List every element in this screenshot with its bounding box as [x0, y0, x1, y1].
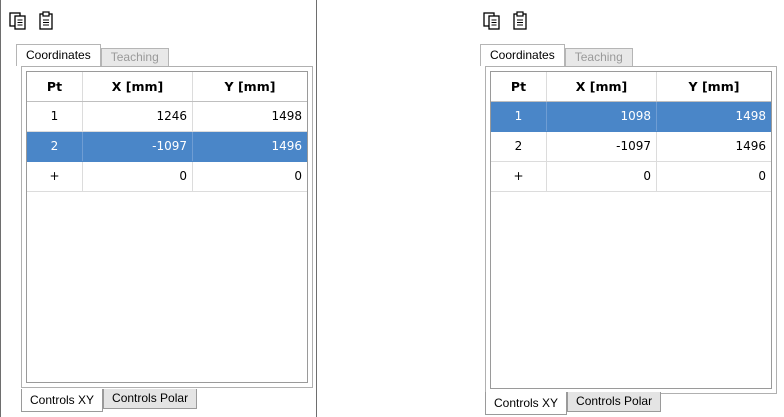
cell-y[interactable]: 1496	[657, 132, 771, 161]
coordinates-grid: Pt X [mm] Y [mm] 1 1246 1498 2 -1097 149…	[26, 71, 308, 383]
header-pt[interactable]: Pt	[491, 72, 547, 101]
tab-coordinates[interactable]: Coordinates	[16, 44, 101, 66]
cell-x[interactable]: -1097	[547, 132, 657, 161]
copy-icon[interactable]	[482, 10, 502, 32]
coordinates-grid: Pt X [mm] Y [mm] 1 1098 1498 2 -1097 149…	[490, 71, 772, 389]
cell-y[interactable]: 1498	[193, 102, 307, 131]
cell-pt[interactable]: +	[491, 162, 547, 191]
paste-clipboard-icon[interactable]	[36, 10, 56, 32]
cell-x[interactable]: 1098	[547, 102, 657, 131]
tab-teaching[interactable]: Teaching	[100, 48, 169, 66]
paste-clipboard-icon[interactable]	[510, 10, 530, 32]
grid-header-row: Pt X [mm] Y [mm]	[491, 72, 771, 102]
table-row-selected[interactable]: 1 1098 1498	[491, 102, 771, 132]
cell-x[interactable]: 0	[547, 162, 657, 191]
tab-content-frame: Pt X [mm] Y [mm] 1 1246 1498 2 -1097 149…	[21, 66, 313, 388]
tab-controls-polar[interactable]: Controls Polar	[567, 392, 662, 412]
header-x[interactable]: X [mm]	[547, 72, 657, 101]
cell-x[interactable]: -1097	[83, 132, 193, 161]
table-row[interactable]: 2 -1097 1496	[491, 132, 771, 162]
panel-border-right	[316, 0, 317, 417]
top-tab-bar: Coordinates Teaching	[480, 44, 633, 66]
header-pt[interactable]: Pt	[27, 72, 83, 101]
table-row-new[interactable]: + 0 0	[27, 162, 307, 192]
tab-controls-polar[interactable]: Controls Polar	[103, 389, 198, 409]
tab-controls-xy[interactable]: Controls XY	[21, 389, 104, 412]
cell-pt[interactable]: 1	[27, 102, 83, 131]
copy-icon[interactable]	[8, 10, 28, 32]
cell-x[interactable]: 0	[83, 162, 193, 191]
header-x[interactable]: X [mm]	[83, 72, 193, 101]
grid-header-row: Pt X [mm] Y [mm]	[27, 72, 307, 102]
panel-border-left	[0, 0, 1, 417]
toolbar	[8, 10, 56, 32]
tab-controls-xy[interactable]: Controls XY	[485, 392, 568, 415]
cell-x[interactable]: 1246	[83, 102, 193, 131]
cell-y[interactable]: 1496	[193, 132, 307, 161]
tab-teaching[interactable]: Teaching	[564, 48, 633, 66]
table-row-selected[interactable]: 2 -1097 1496	[27, 132, 307, 162]
bottom-tab-bar: Controls XY Controls Polar	[21, 389, 198, 412]
header-y[interactable]: Y [mm]	[193, 72, 307, 101]
bottom-tab-bar: Controls XY Controls Polar	[485, 392, 662, 415]
cell-pt[interactable]: 1	[491, 102, 547, 131]
cell-y[interactable]: 0	[193, 162, 307, 191]
top-tab-bar: Coordinates Teaching	[16, 44, 169, 66]
table-row-new[interactable]: + 0 0	[491, 162, 771, 192]
cell-pt[interactable]: +	[27, 162, 83, 191]
right-panel: Coordinates Teaching Pt X [mm] Y [mm] 1 …	[476, 0, 784, 417]
table-row[interactable]: 1 1246 1498	[27, 102, 307, 132]
tab-content-frame: Pt X [mm] Y [mm] 1 1098 1498 2 -1097 149…	[485, 66, 777, 394]
cell-y[interactable]: 1498	[657, 102, 771, 131]
cell-y[interactable]: 0	[657, 162, 771, 191]
cell-pt[interactable]: 2	[491, 132, 547, 161]
header-y[interactable]: Y [mm]	[657, 72, 771, 101]
toolbar	[482, 10, 530, 32]
left-panel: Coordinates Teaching Pt X [mm] Y [mm] 1 …	[0, 0, 318, 417]
cell-pt[interactable]: 2	[27, 132, 83, 161]
tab-coordinates[interactable]: Coordinates	[480, 44, 565, 66]
